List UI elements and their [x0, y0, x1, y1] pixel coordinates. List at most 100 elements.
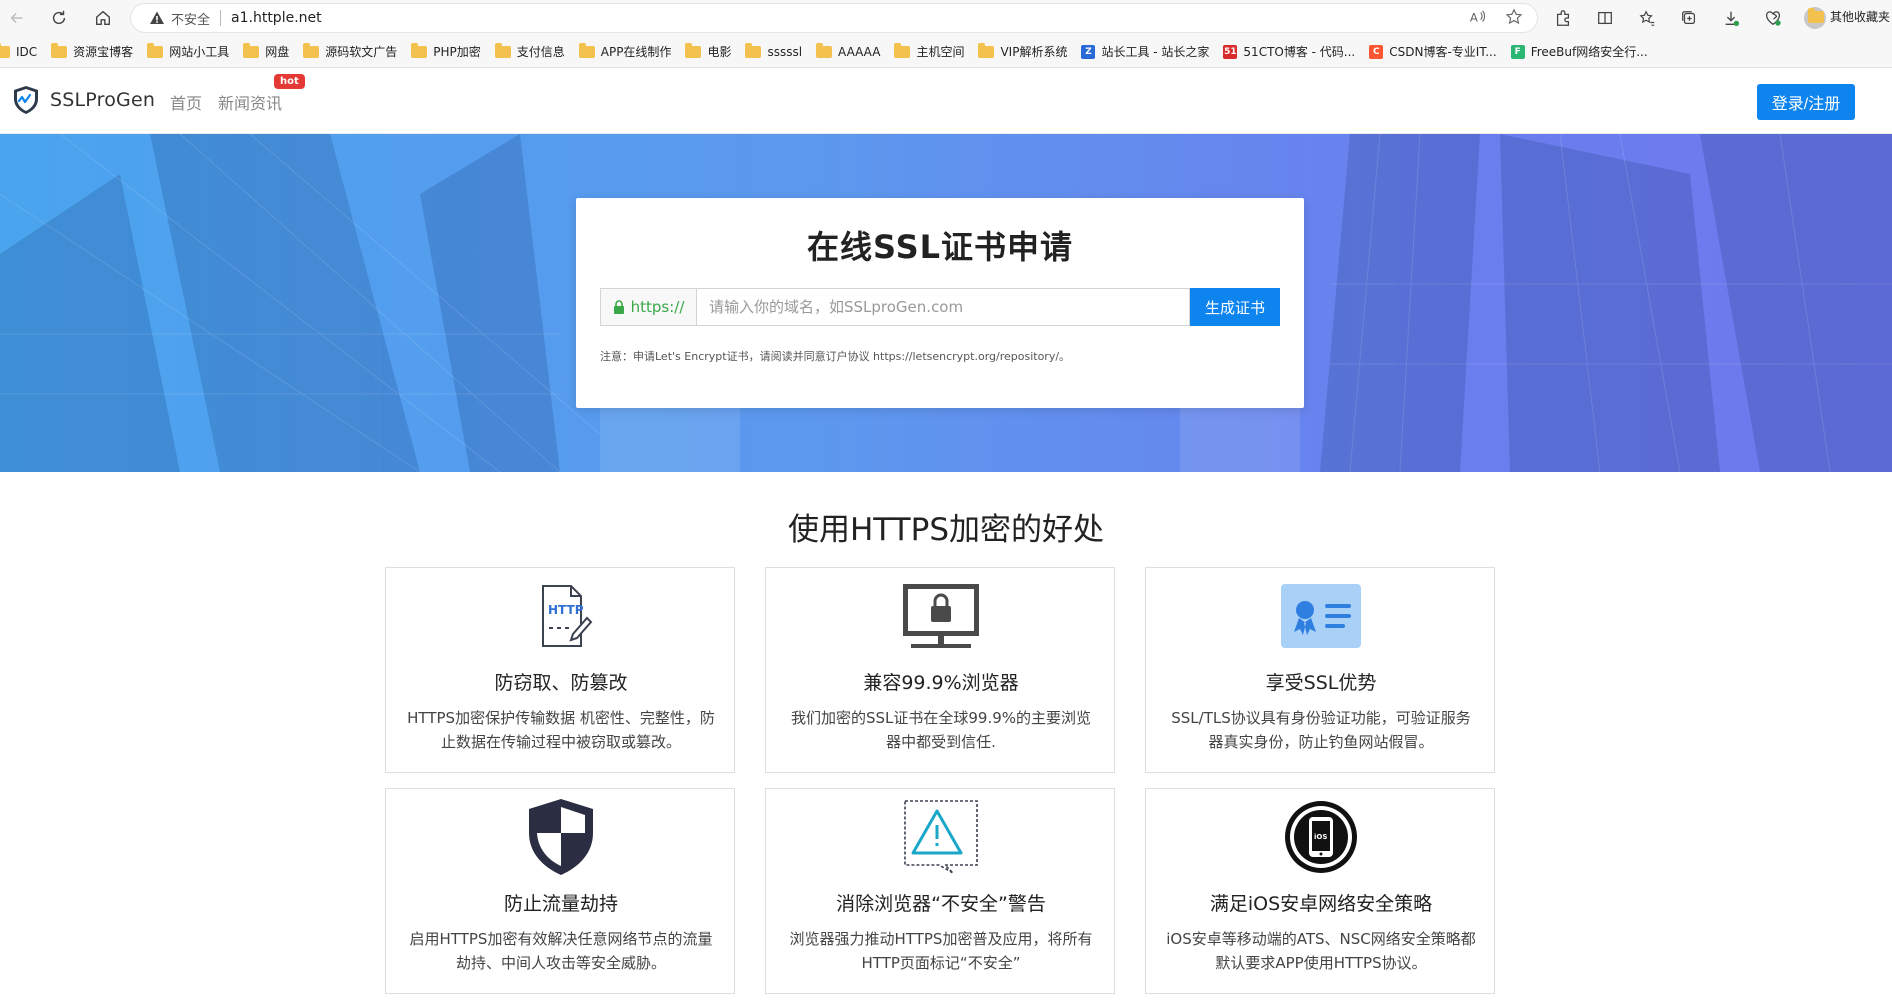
- home-button[interactable]: [88, 3, 118, 33]
- benefit-title: 消除浏览器“不安全”警告: [836, 893, 1046, 915]
- folder-icon: [243, 42, 260, 58]
- split-screen-button[interactable]: [1590, 3, 1620, 33]
- benefit-card-ssl-advantage: 享受SSL优势 SSL/TLS协议具有身份验证功能，可验证服务器真实身份，防止钓…: [1145, 567, 1495, 773]
- bookmark-item[interactable]: 网站小工具: [147, 42, 230, 60]
- svg-text:A: A: [1470, 11, 1478, 25]
- bookmark-item[interactable]: 主机空间: [894, 42, 964, 60]
- bookmark-label: 其他收藏夹: [1830, 10, 1891, 24]
- bookmark-label: 源码软文广告: [325, 45, 398, 59]
- bookmark-label: FreeBuf网络安全行...: [1530, 45, 1648, 59]
- folder-icon: [147, 42, 164, 58]
- bookmark-item[interactable]: 资源宝博客: [51, 42, 134, 60]
- hot-badge: hot: [274, 74, 305, 89]
- benefits-title: 使用HTTPS加密的好处: [787, 512, 1104, 548]
- shield-check-logo-icon: [14, 86, 38, 114]
- lock-icon: [613, 300, 624, 314]
- freebuf-favicon-icon: F: [1510, 44, 1525, 59]
- back-button[interactable]: [2, 3, 32, 33]
- insecure-label[interactable]: 不安全: [171, 9, 210, 28]
- benefit-desc: iOS安卓等移动端的ATS、NSC网络安全策略都默认要求APP使用HTTPS协议…: [1166, 930, 1476, 972]
- collections-icon: [1682, 11, 1696, 25]
- domain-input[interactable]: [696, 288, 1190, 326]
- svg-text:HTTP: HTTP: [548, 603, 584, 617]
- omnibox-actions: A: [1469, 8, 1523, 26]
- extensions-button[interactable]: [1548, 3, 1578, 33]
- read-aloud-icon[interactable]: A: [1469, 8, 1487, 26]
- bookmark-label: 站长工具 - 站长之家: [1101, 45, 1210, 59]
- folder-icon: [51, 42, 68, 58]
- folder-icon: [578, 42, 595, 58]
- domain-input-group: https:// 生成证书: [600, 288, 1280, 326]
- folder-icon: [0, 42, 10, 58]
- bookmark-other-favorites[interactable]: 其他收藏夹: [1808, 7, 1891, 25]
- nav-news-link[interactable]: 新闻资讯: [218, 90, 282, 114]
- favorites-button[interactable]: [1632, 3, 1662, 33]
- ssl-apply-card: 在线SSL证书申请 https:// 生成证书 注意：申请Let's Encry…: [576, 198, 1304, 408]
- bookmark-label: AAAAA: [838, 44, 881, 59]
- bookmark-item[interactable]: APP在线制作: [578, 42, 672, 60]
- folder-icon: [745, 42, 762, 58]
- hero-note: 注意：申请Let's Encrypt证书，请阅读并同意订户协议 https://…: [600, 350, 1071, 363]
- bookmark-item[interactable]: 支付信息: [494, 42, 565, 60]
- benefit-title: 享受SSL优势: [1265, 672, 1377, 694]
- hero-title: 在线SSL证书申请: [806, 228, 1074, 266]
- bookmark-label: sssssl: [767, 44, 803, 59]
- site-header: SSLProGen 首页 新闻资讯 hot 登录/注册: [0, 68, 1892, 134]
- bookmark-item[interactable]: VIP解析系统: [978, 42, 1068, 60]
- url-text[interactable]: a1.httple.net: [231, 10, 322, 26]
- bookmark-item[interactable]: Z 站长工具 - 站长之家: [1081, 43, 1209, 60]
- browser-toolbar: 不安全 a1.httple.net A: [0, 0, 1892, 36]
- bookmark-item[interactable]: IDC: [0, 42, 38, 59]
- favorite-star-icon[interactable]: [1505, 8, 1523, 26]
- generate-certificate-button[interactable]: 生成证书: [1190, 288, 1280, 326]
- bookmarks-bar: IDC 资源宝博客 网站小工具 网盘 源码软文广告 PHP加密 支付信息 APP在线制作 电影 s…: [0, 36, 1892, 68]
- benefit-title: 兼容99.9%浏览器: [863, 672, 1019, 694]
- bookmark-label: VIP解析系统: [1000, 45, 1068, 59]
- benefit-desc: 启用HTTPS加密有效解决任意网络节点的流量劫持、中间人攻击等安全威胁。: [409, 930, 713, 972]
- browser-extensions: [1548, 3, 1830, 33]
- bookmark-item[interactable]: PHP加密: [411, 42, 481, 60]
- bookmark-label: 网站小工具: [169, 45, 230, 59]
- address-bar[interactable]: 不安全 a1.httple.net A: [130, 3, 1538, 33]
- bookmark-label: 电影: [707, 45, 732, 59]
- bookmark-label: 51CTO博客 - 代码...: [1243, 45, 1356, 59]
- home-icon: [96, 10, 110, 25]
- puzzle-icon: [1556, 10, 1570, 26]
- bookmark-item[interactable]: 电影: [685, 42, 732, 60]
- bookmark-item[interactable]: AAAAA: [816, 42, 881, 59]
- downloads-button[interactable]: [1716, 3, 1746, 33]
- folder-icon: [685, 42, 702, 58]
- bookmark-item[interactable]: sssssl: [745, 42, 803, 59]
- warning-triangle-icon: [150, 11, 164, 24]
- folder-icon: [978, 42, 995, 58]
- login-register-button[interactable]: 登录/注册: [1757, 84, 1855, 120]
- reload-button[interactable]: [44, 3, 74, 33]
- bookmark-item[interactable]: 网盘: [243, 42, 290, 60]
- benefit-card-browser-compat: 兼容99.9%浏览器 我们加密的SSL证书在全球99.9%的主要浏览器中都受到信…: [765, 567, 1115, 773]
- folder-icon: [894, 42, 911, 58]
- bookmark-item[interactable]: C CSDN博客-专业IT...: [1369, 43, 1497, 60]
- http-document-icon: HTTP: [542, 585, 593, 647]
- shield-icon: [529, 799, 593, 875]
- folder-icon: [816, 42, 833, 58]
- benefit-desc: HTTPS加密保护传输数据 机密性、完整性，防止数据在传输过程中被窃取或篡改。: [407, 709, 715, 751]
- bookmark-label: 支付信息: [516, 45, 565, 59]
- bookmark-item[interactable]: F FreeBuf网络安全行...: [1510, 43, 1648, 60]
- bookmark-label: APP在线制作: [600, 45, 672, 59]
- folder-icon: [1808, 7, 1824, 23]
- benefit-card-anti-theft: HTTP 防窃取、防篡改 HTTPS加密保护传输数据 机密性、完整性，防止数据在…: [385, 567, 735, 773]
- arrow-left-icon: [10, 12, 23, 24]
- chevron-right-icon[interactable]: ›: [1772, 6, 1778, 25]
- bookmark-label: 资源宝博客: [73, 45, 134, 59]
- nav-home-link[interactable]: 首页: [170, 90, 202, 114]
- folder-icon: [411, 42, 428, 58]
- bookmark-item[interactable]: 51 51CTO博客 - 代码...: [1223, 43, 1355, 60]
- benefit-desc: 我们加密的SSL证书在全球99.9%的主要浏览器中都受到信任.: [790, 709, 1092, 751]
- collections-button[interactable]: [1674, 3, 1704, 33]
- warning-icon: [904, 800, 978, 874]
- bookmark-label: IDC: [16, 44, 38, 59]
- site-logo[interactable]: SSLProGen: [10, 84, 155, 116]
- split-screen-icon: [1598, 11, 1612, 25]
- bookmark-label: 网盘: [265, 45, 290, 59]
- bookmark-item[interactable]: 源码软文广告: [303, 42, 398, 60]
